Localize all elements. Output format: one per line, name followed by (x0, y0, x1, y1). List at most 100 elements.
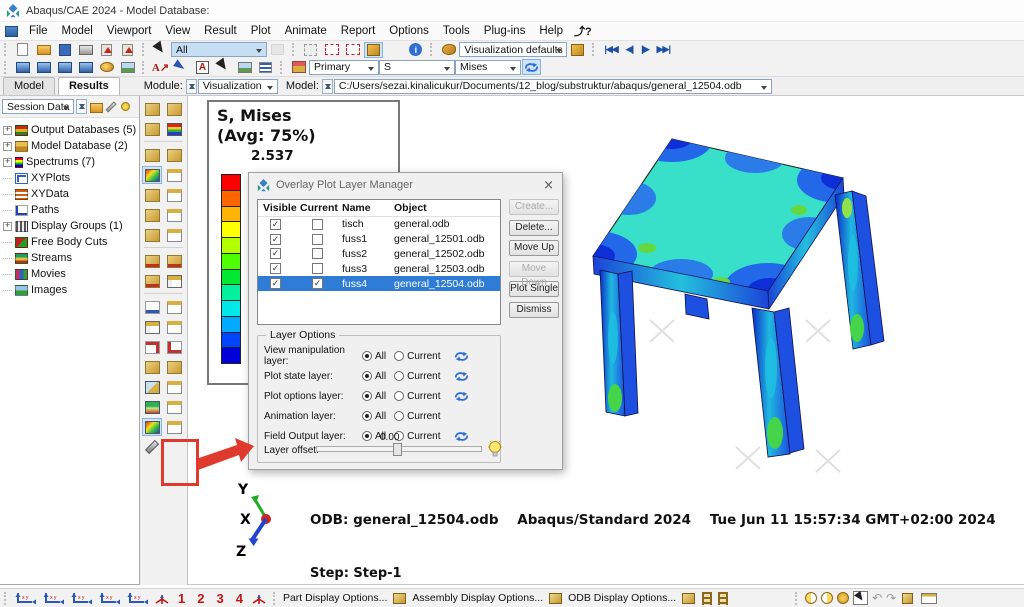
current-checkbox[interactable] (312, 219, 323, 230)
viewport-menu-icon[interactable] (5, 26, 18, 37)
edit-annotation-button[interactable]: A↗ (151, 59, 170, 75)
toolbar-grip[interactable] (280, 61, 285, 74)
collapse-folder-icon[interactable] (90, 103, 103, 113)
layer-row-fuss3[interactable]: fuss3general_12503.odb (258, 261, 500, 276)
color-code-defaults-combo[interactable]: Visualization defaults (459, 42, 567, 57)
viewport-4-button[interactable]: 4 (236, 591, 243, 606)
create-arrow-button[interactable] (172, 59, 191, 75)
tile-vertical-button[interactable] (55, 59, 74, 75)
viewport-2-button[interactable]: 2 (197, 591, 204, 606)
toolbox-create-path-button[interactable] (142, 338, 162, 356)
toolbar-grip[interactable] (4, 592, 9, 605)
create-text-button[interactable]: A (193, 59, 212, 75)
toolbar-grip[interactable] (273, 592, 278, 605)
new-file-button[interactable] (13, 42, 32, 58)
toolbox-query-information-button[interactable] (142, 298, 162, 316)
expand-icon[interactable] (3, 222, 12, 231)
select-cursor-button[interactable] (151, 42, 170, 58)
triad-view-icon[interactable] (251, 591, 267, 606)
tree-item-xyplots[interactable]: XYPlots (3, 170, 139, 186)
tree-item-model-database-2[interactable]: Model Database (2) (3, 138, 139, 154)
tree-item-paths[interactable]: Paths (3, 202, 139, 218)
module-combo[interactable]: Visualization (198, 79, 278, 94)
menu-options[interactable]: Options (382, 24, 436, 38)
toolbox-view-cut-manager-button[interactable] (164, 298, 184, 316)
dialog-title-bar[interactable]: Overlay Plot Layer Manager × (249, 173, 562, 197)
annotation-cursor-button[interactable] (214, 59, 233, 75)
toolbar-grip[interactable] (292, 43, 297, 56)
color-code-palette-button[interactable] (439, 42, 458, 58)
model-spinner[interactable] (322, 79, 333, 94)
viewport-3-button[interactable]: 3 (216, 591, 223, 606)
toolbox-contour-legend-button[interactable] (164, 120, 184, 138)
fea-table-model[interactable] (585, 98, 1024, 498)
toolbar-grip[interactable] (430, 43, 435, 56)
render-shaded-button[interactable] (364, 42, 383, 58)
upload-session-button[interactable] (118, 42, 137, 58)
toolbox-activate-view-cut-button[interactable] (142, 358, 162, 376)
toolbox-xy-plot-line-button[interactable] (164, 338, 184, 356)
menu-view[interactable]: View (158, 24, 197, 38)
layer-row-fuss2[interactable]: fuss2general_12502.odb (258, 247, 500, 262)
expand-icon[interactable] (3, 158, 12, 167)
menu-viewport[interactable]: Viewport (100, 24, 159, 38)
layer-row-fuss4[interactable]: fuss4general_12504.odb (258, 276, 500, 291)
tree-item-display-groups-1[interactable]: Display Groups (1) (3, 218, 139, 234)
tree-item-images[interactable]: Images (3, 282, 139, 298)
toolbox-contour-options-button[interactable] (164, 166, 184, 184)
expand-icon[interactable] (3, 126, 12, 135)
menu-plug-ins[interactable]: Plug-ins (477, 24, 533, 38)
tree-item-free-body-cuts[interactable]: Free Body Cuts (3, 234, 139, 250)
triad-view-icon[interactable] (154, 591, 170, 606)
upload-model-button[interactable] (97, 42, 116, 58)
toolbox-animation-controls-button[interactable] (164, 272, 184, 290)
toolbox-animate-time-history-button[interactable] (164, 252, 184, 270)
menu-animate[interactable]: Animate (278, 24, 334, 38)
tab-model[interactable]: Model (3, 77, 55, 95)
visible-checkbox[interactable] (270, 219, 281, 230)
toolbox-plot-symbols-button[interactable] (142, 186, 162, 204)
tree-item-output-databases-5[interactable]: Output Databases (5) (3, 122, 139, 138)
layer-offset-slider[interactable] (316, 446, 482, 452)
open-file-button[interactable] (34, 42, 53, 58)
toolbox-animation-options-button[interactable] (142, 272, 162, 290)
radio-all[interactable] (362, 371, 372, 381)
edit-tree-icon[interactable] (105, 101, 116, 112)
viewport-annotations-button[interactable] (118, 59, 137, 75)
toolbox-allow-multiple-plot-states-button[interactable] (142, 226, 162, 244)
axis-view-icon[interactable]: x y (70, 591, 94, 606)
slider-handle[interactable] (393, 443, 402, 456)
context-help-icon[interactable]: ⤴? (574, 23, 592, 39)
visible-checkbox[interactable] (270, 278, 281, 289)
sync-icon[interactable] (454, 390, 469, 403)
toolbox-xy-data-manager-button[interactable] (142, 318, 162, 336)
axis-view-icon[interactable]: x y (42, 591, 66, 606)
toolbar-grip[interactable] (142, 43, 147, 56)
visible-checkbox[interactable] (270, 234, 281, 245)
toolbox-plot-orientations-button[interactable] (142, 206, 162, 224)
annotation-manager-button[interactable] (256, 59, 275, 75)
toolbox-free-body-cut-button[interactable] (142, 378, 162, 396)
info-button[interactable]: i (406, 42, 425, 58)
toolbar-grip[interactable] (592, 43, 597, 56)
radio-current[interactable] (394, 371, 404, 381)
current-checkbox[interactable] (312, 248, 323, 259)
last-frame-button[interactable]: ▶▶| (657, 44, 670, 55)
menu-result[interactable]: Result (197, 24, 244, 38)
axis-view-icon[interactable]: x y (14, 591, 38, 606)
previous-frame-button[interactable]: ◀| (626, 44, 633, 55)
axis-view-icon[interactable]: x y (126, 591, 150, 606)
tree-spinner[interactable] (76, 99, 87, 114)
tile-horizontal-button[interactable] (34, 59, 53, 75)
tab-results[interactable]: Results (58, 77, 120, 95)
plot-single-button[interactable]: Plot Single (509, 281, 559, 297)
toolbar-grip[interactable] (142, 61, 147, 74)
field-output-component-combo[interactable]: Mises (455, 60, 521, 75)
viewport-1-button[interactable]: 1 (178, 591, 185, 606)
toolbox-animate-scale-factor-button[interactable] (142, 252, 162, 270)
layer-row-fuss1[interactable]: fuss1general_12501.odb (258, 232, 500, 247)
color-code-cube-button[interactable] (568, 42, 587, 58)
tree-item-spectrums-7[interactable]: Spectrums (7) (3, 154, 139, 170)
sync-icon[interactable] (454, 370, 469, 383)
tree-item-streams[interactable]: Streams (3, 250, 139, 266)
